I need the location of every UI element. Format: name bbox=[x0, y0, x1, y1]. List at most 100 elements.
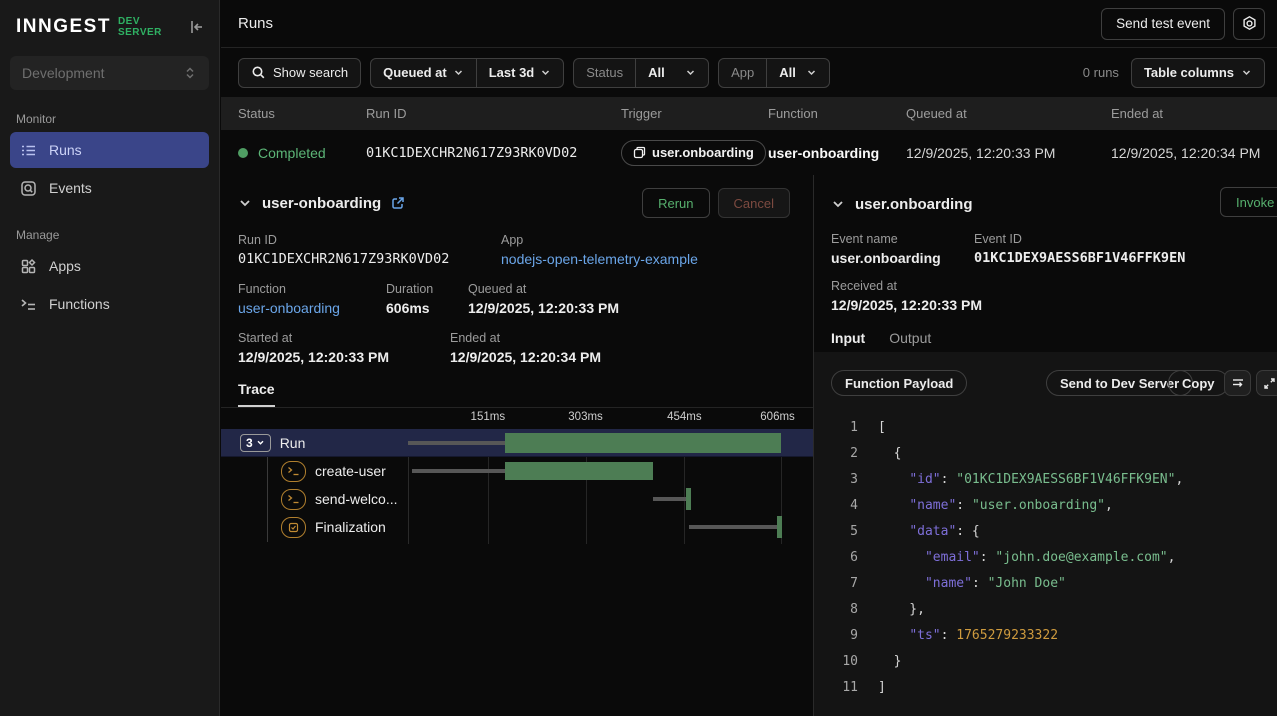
sidebar-collapse-icon[interactable] bbox=[187, 18, 205, 36]
table-columns-button[interactable]: Table columns bbox=[1131, 58, 1265, 88]
axis-tick-label: 606ms bbox=[760, 411, 795, 423]
inngest-logo: INNGEST bbox=[16, 16, 111, 38]
app-link[interactable]: nodejs-open-telemetry-example bbox=[501, 251, 698, 267]
show-search-button[interactable]: Show search bbox=[238, 58, 361, 88]
word-wrap-icon bbox=[1231, 376, 1245, 390]
sidebar-item-runs[interactable]: Runs bbox=[10, 132, 209, 168]
trigger-pill[interactable]: user.onboarding bbox=[621, 140, 766, 166]
trace-span-bar[interactable] bbox=[505, 433, 781, 453]
code-line: 8 }, bbox=[814, 596, 1277, 622]
tab-trace[interactable]: Trace bbox=[238, 381, 275, 407]
chevron-down-icon bbox=[685, 67, 696, 78]
line-number: 11 bbox=[814, 680, 858, 695]
event-id-label: Event ID bbox=[974, 232, 1185, 246]
json-payload-editor[interactable]: 1[2 {3 "id": "01KC1DEX9AESS6BF1V46FFK9EN… bbox=[814, 414, 1277, 700]
column-header-status: Status bbox=[221, 106, 349, 121]
axis-tick-label: 303ms bbox=[568, 411, 603, 423]
time-filter-group: Queued at Last 3d bbox=[370, 58, 564, 88]
detail-panels: user-onboarding Rerun Cancel Run ID 01KC… bbox=[221, 175, 1277, 716]
runs-list-icon bbox=[20, 142, 37, 159]
trace-row-send-welcome[interactable]: send-welco... bbox=[221, 485, 813, 513]
received-at-value: 12/9/2025, 12:20:33 PM bbox=[831, 297, 982, 313]
chevron-down-icon bbox=[540, 67, 551, 78]
trace-row-finalization[interactable]: Finalization bbox=[221, 513, 813, 541]
trace-span-bar[interactable] bbox=[505, 462, 653, 480]
dev-server-badge: DEV SERVER bbox=[118, 16, 187, 38]
run-id-value: 01KC1DEXCHR2N617Z93RK0VD02 bbox=[238, 251, 501, 267]
collapse-run-chevron-icon[interactable] bbox=[238, 196, 252, 210]
time-range-dropdown[interactable]: Last 3d bbox=[477, 59, 564, 87]
app-filter-dropdown[interactable]: All bbox=[767, 59, 829, 87]
table-header: Status Run ID Trigger Function Queued at… bbox=[221, 97, 1277, 130]
chevron-down-icon bbox=[256, 438, 265, 447]
trace-span-bar[interactable] bbox=[686, 488, 691, 510]
cancel-button[interactable]: Cancel bbox=[718, 188, 790, 218]
trace-row-run[interactable]: 3 Run bbox=[221, 429, 813, 457]
queued-at-cell: 12/9/2025, 12:20:33 PM bbox=[889, 145, 1094, 161]
status-badge: Completed bbox=[258, 145, 326, 161]
sidebar: INNGEST DEV SERVER Development Monitor R… bbox=[0, 0, 220, 716]
sidebar-item-apps[interactable]: Apps bbox=[10, 248, 209, 284]
function-payload-pill[interactable]: Function Payload bbox=[831, 370, 967, 396]
events-search-icon bbox=[20, 180, 37, 197]
column-header-queued-at: Queued at bbox=[889, 106, 1094, 121]
app-label: App bbox=[501, 233, 698, 247]
sidebar-item-label: Apps bbox=[49, 258, 81, 274]
payload-section: Function Payload Send to Dev Server Copy… bbox=[814, 352, 1277, 716]
sidebar-item-functions[interactable]: Functions bbox=[10, 286, 209, 322]
invoke-button[interactable]: Invoke bbox=[1220, 187, 1277, 217]
settings-button[interactable] bbox=[1233, 8, 1265, 40]
runs-count: 0 runs bbox=[1083, 65, 1119, 80]
expand-button[interactable] bbox=[1256, 370, 1277, 396]
column-header-function: Function bbox=[751, 106, 889, 121]
expand-children-badge[interactable]: 3 bbox=[240, 434, 271, 452]
line-number: 10 bbox=[814, 654, 858, 669]
code-line: 10 } bbox=[814, 648, 1277, 674]
status-filter-dropdown[interactable]: All bbox=[636, 59, 708, 87]
sidebar-item-events[interactable]: Events bbox=[10, 170, 209, 206]
terminal-step-icon bbox=[281, 489, 306, 510]
function-link[interactable]: user-onboarding bbox=[238, 300, 386, 316]
event-name-label: Event name bbox=[831, 232, 974, 246]
word-wrap-button[interactable] bbox=[1224, 370, 1251, 396]
inngest-dev-server-window: INNGEST DEV SERVER Development Monitor R… bbox=[0, 0, 1277, 716]
environment-select-value: Development bbox=[22, 65, 105, 81]
started-at-value: 12/9/2025, 12:20:33 PM bbox=[238, 349, 450, 365]
code-line: 5 "data": { bbox=[814, 518, 1277, 544]
queued-at-label: Queued at bbox=[468, 282, 619, 296]
table-row[interactable]: Completed 01KC1DEXCHR2N617Z93RK0VD02 use… bbox=[221, 130, 1277, 175]
updown-chevron-icon bbox=[183, 66, 197, 80]
line-number: 2 bbox=[814, 446, 858, 461]
code-line: 2 { bbox=[814, 440, 1277, 466]
sidebar-item-label: Events bbox=[49, 180, 92, 196]
column-header-run-id: Run ID bbox=[349, 106, 604, 121]
functions-icon bbox=[20, 296, 37, 313]
trace-time-axis: 151ms303ms454ms606ms bbox=[408, 408, 781, 429]
copy-button[interactable]: Copy bbox=[1168, 370, 1229, 396]
terminal-step-icon bbox=[281, 461, 306, 482]
event-name-value: user.onboarding bbox=[831, 250, 974, 266]
axis-tick-label: 454ms bbox=[667, 411, 702, 423]
external-link-icon[interactable] bbox=[391, 196, 405, 210]
environment-select[interactable]: Development bbox=[10, 56, 209, 90]
line-number: 6 bbox=[814, 550, 858, 565]
received-at-label: Received at bbox=[831, 279, 982, 293]
code-line: 11] bbox=[814, 674, 1277, 700]
event-detail-panel: user.onboarding Invoke Event name user.o… bbox=[814, 175, 1277, 716]
code-line: 1[ bbox=[814, 414, 1277, 440]
filter-bar: Show search Queued at Last 3d Status All bbox=[221, 48, 1277, 97]
rerun-button[interactable]: Rerun bbox=[642, 188, 709, 218]
collapse-event-chevron-icon[interactable] bbox=[831, 197, 845, 211]
app-filter-group: App All bbox=[718, 58, 830, 88]
trace-row-create-user[interactable]: create-user bbox=[221, 457, 813, 485]
trace-span-bar[interactable] bbox=[777, 516, 782, 538]
chevron-down-icon bbox=[453, 67, 464, 78]
code-line: 4 "name": "user.onboarding", bbox=[814, 492, 1277, 518]
apps-grid-icon bbox=[20, 258, 37, 275]
queued-at-value: 12/9/2025, 12:20:33 PM bbox=[468, 300, 619, 316]
code-line: 6 "email": "john.doe@example.com", bbox=[814, 544, 1277, 570]
search-icon bbox=[251, 65, 266, 80]
send-test-event-button[interactable]: Send test event bbox=[1101, 8, 1225, 40]
queued-at-dropdown[interactable]: Queued at bbox=[371, 59, 476, 87]
duration-label: Duration bbox=[386, 282, 468, 296]
